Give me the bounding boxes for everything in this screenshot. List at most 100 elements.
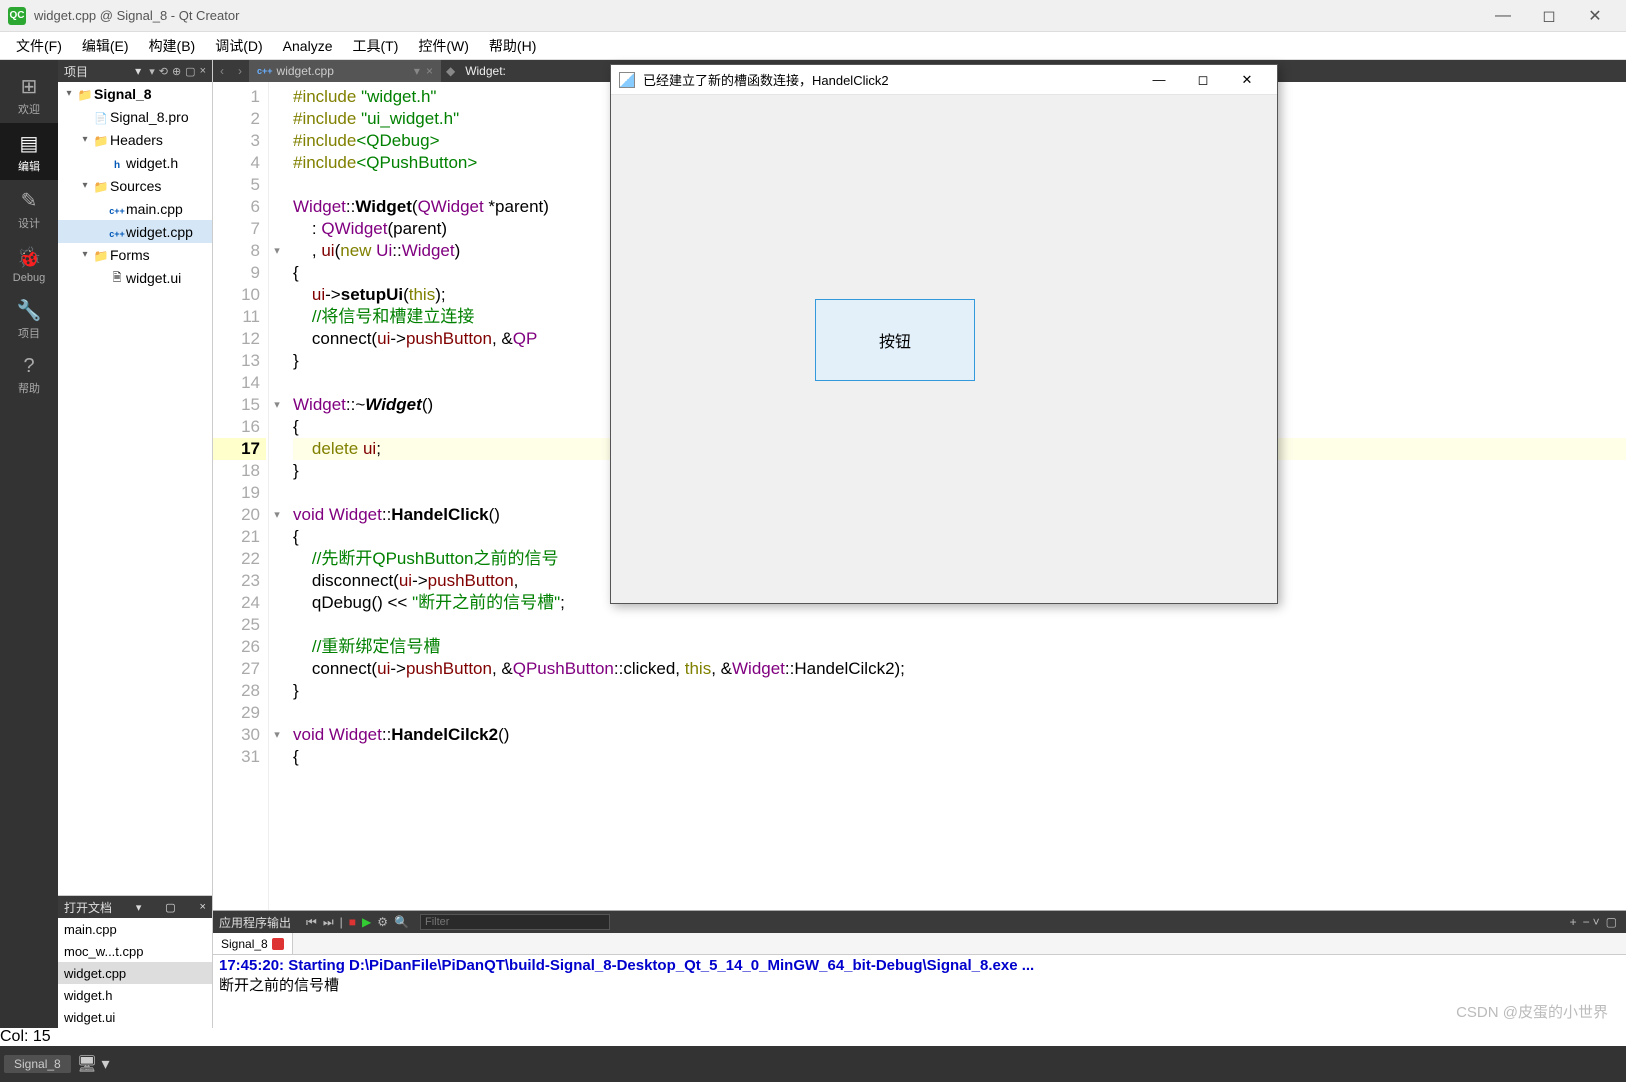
- fold-toggle[interactable]: [269, 130, 285, 152]
- overlay-maximize-button[interactable]: ◻: [1181, 65, 1225, 95]
- nav-fwd-icon[interactable]: ›: [231, 64, 249, 78]
- fold-toggle[interactable]: [269, 416, 285, 438]
- open-doc-widget.h[interactable]: widget.h: [58, 984, 212, 1006]
- open-docs-list[interactable]: main.cppmoc_w...t.cppwidget.cppwidget.hw…: [58, 918, 212, 1028]
- menu-工具(T)[interactable]: 工具(T): [342, 33, 408, 59]
- line-number[interactable]: 6: [213, 196, 266, 218]
- close-button[interactable]: ✕: [1572, 0, 1618, 32]
- tree-node-Forms[interactable]: ▾Forms: [58, 243, 212, 266]
- fold-toggle[interactable]: [269, 152, 285, 174]
- code-line[interactable]: connect(ui->pushButton, &QPushButton::cl…: [293, 658, 1626, 680]
- settings-icon[interactable]: ⚙: [377, 915, 388, 929]
- line-number[interactable]: 31: [213, 746, 266, 768]
- rail-设计[interactable]: ✎设计: [0, 180, 58, 237]
- overlay-close-button[interactable]: ✕: [1225, 65, 1269, 95]
- split-icon[interactable]: ▢: [185, 65, 195, 78]
- line-number[interactable]: 15: [213, 394, 266, 416]
- fold-toggle[interactable]: [269, 526, 285, 548]
- line-number[interactable]: 17: [213, 438, 266, 460]
- run-icon[interactable]: ▶: [362, 915, 371, 929]
- menu-调试(D)[interactable]: 调试(D): [205, 33, 272, 59]
- fold-toggle[interactable]: [269, 284, 285, 306]
- menu-文件(F)[interactable]: 文件(F): [6, 33, 72, 59]
- project-tree[interactable]: ▾Signal_8Signal_8.pro▾Headerswidget.h▾So…: [58, 82, 212, 895]
- fold-toggle[interactable]: [269, 86, 285, 108]
- overlay-titlebar[interactable]: 已经建立了新的槽函数连接，HandelClick2 — ◻ ✕: [611, 65, 1277, 95]
- fold-toggle[interactable]: [269, 592, 285, 614]
- tree-node-main.cpp[interactable]: main.cpp: [58, 197, 212, 220]
- line-number[interactable]: 23: [213, 570, 266, 592]
- fold-toggle[interactable]: [269, 482, 285, 504]
- line-number[interactable]: 20: [213, 504, 266, 526]
- line-number[interactable]: 21: [213, 526, 266, 548]
- rail-Debug[interactable]: 🐞Debug: [0, 237, 58, 290]
- menu-Analyze[interactable]: Analyze: [273, 35, 343, 57]
- prev-icon[interactable]: ⏮: [306, 915, 317, 930]
- stop-icon[interactable]: ■: [349, 915, 356, 929]
- fold-toggle[interactable]: [269, 328, 285, 350]
- output-body[interactable]: 17:45:20: Starting D:\PiDanFile\PiDanQT\…: [213, 955, 1626, 1028]
- menu-构建(B)[interactable]: 构建(B): [139, 33, 206, 59]
- chevron-down-icon[interactable]: ˅: [1593, 915, 1600, 929]
- sync-icon[interactable]: ⊕: [172, 65, 181, 78]
- fold-toggle[interactable]: ▾: [269, 394, 285, 416]
- minimize-button[interactable]: —: [1480, 0, 1526, 32]
- link-icon[interactable]: ⟲: [159, 65, 168, 78]
- rail-欢迎[interactable]: ⊞欢迎: [0, 66, 58, 123]
- fold-toggle[interactable]: [269, 372, 285, 394]
- code-line[interactable]: [293, 614, 1626, 636]
- next-icon[interactable]: ⏭: [323, 915, 334, 930]
- line-number[interactable]: 16: [213, 416, 266, 438]
- close-pane-icon[interactable]: ×: [200, 901, 206, 913]
- fold-toggle[interactable]: [269, 262, 285, 284]
- fold-toggle[interactable]: [269, 702, 285, 724]
- line-number[interactable]: 22: [213, 548, 266, 570]
- line-number[interactable]: 30: [213, 724, 266, 746]
- code-line[interactable]: //重新绑定信号槽: [293, 636, 1626, 658]
- nav-back-icon[interactable]: ‹: [213, 64, 231, 78]
- tree-node-Signal_8.pro[interactable]: Signal_8.pro: [58, 105, 212, 128]
- filter-icon[interactable]: ▾: [149, 65, 155, 78]
- close-tab-icon[interactable]: [272, 938, 284, 950]
- tree-node-Sources[interactable]: ▾Sources: [58, 174, 212, 197]
- line-number[interactable]: 26: [213, 636, 266, 658]
- open-doc-widget.ui[interactable]: widget.ui: [58, 1006, 212, 1028]
- maximize-button[interactable]: ◻: [1526, 0, 1572, 32]
- chevron-down-icon[interactable]: ▾: [135, 64, 141, 78]
- breadcrumb[interactable]: Widget:: [465, 64, 506, 78]
- plus-icon[interactable]: +: [1570, 915, 1577, 929]
- line-number[interactable]: 8: [213, 240, 266, 262]
- split-icon[interactable]: ▢: [165, 901, 175, 914]
- tree-node-Headers[interactable]: ▾Headers: [58, 128, 212, 151]
- tree-node-widget.h[interactable]: widget.h: [58, 151, 212, 174]
- line-number[interactable]: 29: [213, 702, 266, 724]
- rail-项目[interactable]: 🔧项目: [0, 290, 58, 347]
- open-doc-moc_w...t.cpp[interactable]: moc_w...t.cpp: [58, 940, 212, 962]
- twisty-icon[interactable]: ▾: [78, 134, 92, 145]
- menu-帮助(H)[interactable]: 帮助(H): [479, 33, 546, 59]
- line-number[interactable]: 24: [213, 592, 266, 614]
- line-number[interactable]: 11: [213, 306, 266, 328]
- fold-toggle[interactable]: [269, 108, 285, 130]
- code-line[interactable]: [293, 702, 1626, 724]
- running-app-window[interactable]: 已经建立了新的槽函数连接，HandelClick2 — ◻ ✕ 按钮: [610, 64, 1278, 604]
- close-panel-icon[interactable]: ▢: [1606, 915, 1617, 929]
- line-number[interactable]: 10: [213, 284, 266, 306]
- code-line[interactable]: }: [293, 680, 1626, 702]
- open-doc-main.cpp[interactable]: main.cpp: [58, 918, 212, 940]
- code-line[interactable]: void Widget::HandelCilck2(): [293, 724, 1626, 746]
- chevron-down-icon[interactable]: ▾: [136, 901, 142, 914]
- twisty-icon[interactable]: ▾: [78, 180, 92, 191]
- overlay-minimize-button[interactable]: —: [1137, 65, 1181, 95]
- code-line[interactable]: {: [293, 746, 1626, 768]
- line-gutter[interactable]: 1234567891011121314151617181920212223242…: [213, 82, 269, 910]
- fold-toggle[interactable]: [269, 570, 285, 592]
- fold-toggle[interactable]: ▾: [269, 724, 285, 746]
- tree-node-widget.cpp[interactable]: widget.cpp: [58, 220, 212, 243]
- status-project[interactable]: Signal_8: [4, 1055, 71, 1073]
- editor-tab-widget-cpp[interactable]: c++ widget.cpp ▾ ×: [249, 60, 441, 82]
- close-tab-icon[interactable]: ×: [426, 64, 433, 78]
- fold-toggle[interactable]: [269, 658, 285, 680]
- fold-toggle[interactable]: [269, 306, 285, 328]
- minus-icon[interactable]: −: [1583, 915, 1590, 929]
